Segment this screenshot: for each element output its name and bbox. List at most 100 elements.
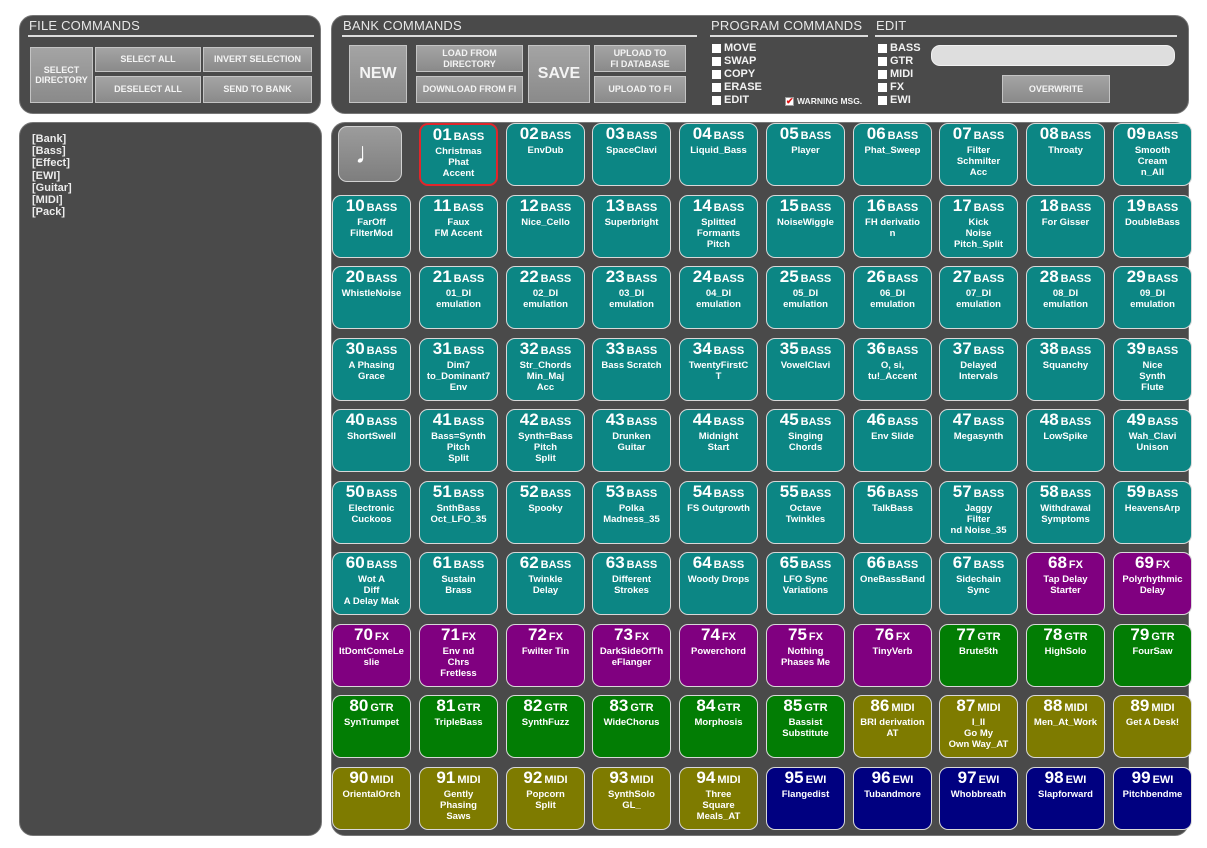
fx-checkbox[interactable] <box>878 82 887 92</box>
program-tile-83[interactable]: 83 GTR WideChorus <box>592 695 671 758</box>
program-tile-10[interactable]: 10 BASS FarOff FilterMod <box>332 195 411 258</box>
program-tile-24[interactable]: 24 BASS 04_DI emulation <box>679 266 758 329</box>
select-all-button[interactable]: SELECT ALL <box>95 47 201 72</box>
program-tile-27[interactable]: 27 BASS 07_DI emulation <box>939 266 1018 329</box>
program-tile-72[interactable]: 72 FX Fwilter Tin <box>506 624 585 687</box>
program-tile-86[interactable]: 86 MIDI BRI derivation AT <box>853 695 932 758</box>
program-tile-26[interactable]: 26 BASS 06_DI emulation <box>853 266 932 329</box>
edit-checkbox[interactable] <box>712 95 721 105</box>
program-tile-17[interactable]: 17 BASS Kick Noise Pitch_Split <box>939 195 1018 258</box>
copy-option[interactable]: COPY <box>712 68 755 80</box>
edit-option[interactable]: EDIT <box>712 94 749 106</box>
program-tile-50[interactable]: 50 BASS Electronic Cuckoos <box>332 481 411 544</box>
program-tile-73[interactable]: 73 FX DarkSideOfTh eFlanger <box>592 624 671 687</box>
program-tile-35[interactable]: 35 BASS VowelClavi <box>766 338 845 401</box>
gtr-checkbox[interactable] <box>878 56 887 66</box>
program-tile-15[interactable]: 15 BASS NoiseWiggle <box>766 195 845 258</box>
program-tile-71[interactable]: 71 FX Env nd Chrs Fretless <box>419 624 498 687</box>
program-tile-06[interactable]: 06 BASS Phat_Sweep <box>853 123 932 186</box>
program-tile-38[interactable]: 38 BASS Squanchy <box>1026 338 1105 401</box>
program-tile-53[interactable]: 53 BASS Polka Madness_35 <box>592 481 671 544</box>
program-tile-57[interactable]: 57 BASS Jaggy Filter nd Noise_35 <box>939 481 1018 544</box>
program-tile-18[interactable]: 18 BASS For Gisser <box>1026 195 1105 258</box>
program-tile-70[interactable]: 70 FX ItDontComeLe slie <box>332 624 411 687</box>
program-tile-37[interactable]: 37 BASS Delayed Intervals <box>939 338 1018 401</box>
program-tile-12[interactable]: 12 BASS Nice_Cello <box>506 195 585 258</box>
category-item[interactable]: [EWI] <box>32 170 72 182</box>
program-tile-01[interactable]: 01 BASS Christmas Phat Accent <box>419 123 498 186</box>
erase-option[interactable]: ERASE <box>712 81 762 93</box>
program-tile-94[interactable]: 94 MIDI Three Square Meals_AT <box>679 767 758 830</box>
send-to-bank-button[interactable]: SEND TO BANK <box>203 76 312 103</box>
category-item[interactable]: [Effect] <box>32 157 72 169</box>
program-tile-60[interactable]: 60 BASS Wot A Diff A Delay Mak <box>332 552 411 615</box>
music-note-icon[interactable]: ♩ <box>338 126 402 182</box>
program-tile-23[interactable]: 23 BASS 03_DI emulation <box>592 266 671 329</box>
program-tile-76[interactable]: 76 FX TinyVerb <box>853 624 932 687</box>
program-tile-41[interactable]: 41 BASS Bass=Synth Pitch Split <box>419 409 498 472</box>
program-tile-75[interactable]: 75 FX Nothing Phases Me <box>766 624 845 687</box>
program-tile-96[interactable]: 96 EWI Tubandmore <box>853 767 932 830</box>
program-tile-02[interactable]: 02 BASS EnvDub <box>506 123 585 186</box>
program-tile-89[interactable]: 89 MIDI Get A Desk! <box>1113 695 1192 758</box>
program-tile-46[interactable]: 46 BASS Env Slide <box>853 409 932 472</box>
program-tile-13[interactable]: 13 BASS Superbright <box>592 195 671 258</box>
edit-bass-option[interactable]: BASS <box>878 42 921 54</box>
program-name-input[interactable] <box>931 45 1175 66</box>
program-tile-78[interactable]: 78 GTR HighSolo <box>1026 624 1105 687</box>
program-tile-93[interactable]: 93 MIDI SynthSolo GL_ <box>592 767 671 830</box>
program-tile-49[interactable]: 49 BASS Wah_Clavi Unison <box>1113 409 1192 472</box>
program-tile-04[interactable]: 04 BASS Liquid_Bass <box>679 123 758 186</box>
swap-checkbox[interactable] <box>712 56 721 66</box>
move-option[interactable]: MOVE <box>712 42 756 54</box>
category-item[interactable]: [Bass] <box>32 145 72 157</box>
program-tile-62[interactable]: 62 BASS Twinkle Delay <box>506 552 585 615</box>
program-tile-42[interactable]: 42 BASS Synth=Bass Pitch Split <box>506 409 585 472</box>
warning-msg-checkbox[interactable] <box>785 96 794 107</box>
program-tile-95[interactable]: 95 EWI Flangedist <box>766 767 845 830</box>
program-tile-65[interactable]: 65 BASS LFO Sync Variations <box>766 552 845 615</box>
program-tile-84[interactable]: 84 GTR Morphosis <box>679 695 758 758</box>
swap-option[interactable]: SWAP <box>712 55 756 67</box>
program-tile-08[interactable]: 08 BASS Throaty <box>1026 123 1105 186</box>
edit-midi-option[interactable]: MIDI <box>878 68 913 80</box>
program-tile-68[interactable]: 68 FX Tap Delay Starter <box>1026 552 1105 615</box>
edit-fx-option[interactable]: FX <box>878 81 904 93</box>
program-tile-09[interactable]: 09 BASS Smooth Cream n_All <box>1113 123 1192 186</box>
program-tile-07[interactable]: 07 BASS Filter Schmilter Acc <box>939 123 1018 186</box>
category-item[interactable]: [Guitar] <box>32 182 72 194</box>
program-tile-33[interactable]: 33 BASS Bass Scratch <box>592 338 671 401</box>
new-bank-button[interactable]: NEW <box>349 45 407 103</box>
program-tile-16[interactable]: 16 BASS FH derivatio n <box>853 195 932 258</box>
program-tile-99[interactable]: 99 EWI Pitchbendme <box>1113 767 1192 830</box>
program-tile-90[interactable]: 90 MIDI OrientalOrch <box>332 767 411 830</box>
program-tile-31[interactable]: 31 BASS Dim7 to_Dominant7 Env <box>419 338 498 401</box>
download-from-fi-button[interactable]: DOWNLOAD FROM FI <box>416 76 523 103</box>
program-tile-69[interactable]: 69 FX Polyrhythmic Delay <box>1113 552 1192 615</box>
category-item[interactable]: [Bank] <box>32 133 72 145</box>
select-directory-button[interactable]: SELECT DIRECTORY <box>30 47 93 103</box>
warning-msg-option[interactable]: WARNING MSG. <box>785 95 862 107</box>
invert-selection-button[interactable]: INVERT SELECTION <box>203 47 312 72</box>
save-bank-button[interactable]: SAVE <box>528 45 590 103</box>
program-tile-11[interactable]: 11 BASS Faux FM Accent <box>419 195 498 258</box>
program-tile-58[interactable]: 58 BASS Withdrawal Symptoms <box>1026 481 1105 544</box>
program-tile-77[interactable]: 77 GTR Brute5th <box>939 624 1018 687</box>
program-tile-25[interactable]: 25 BASS 05_DI emulation <box>766 266 845 329</box>
program-tile-56[interactable]: 56 BASS TalkBass <box>853 481 932 544</box>
program-tile-51[interactable]: 51 BASS SnthBass Oct_LFO_35 <box>419 481 498 544</box>
program-tile-91[interactable]: 91 MIDI Gently Phasing Saws <box>419 767 498 830</box>
program-tile-47[interactable]: 47 BASS Megasynth <box>939 409 1018 472</box>
program-tile-20[interactable]: 20 BASS WhistleNoise <box>332 266 411 329</box>
program-tile-67[interactable]: 67 BASS Sidechain Sync <box>939 552 1018 615</box>
program-tile-59[interactable]: 59 BASS HeavensArp <box>1113 481 1192 544</box>
midi-checkbox[interactable] <box>878 69 887 79</box>
program-tile-64[interactable]: 64 BASS Woody Drops <box>679 552 758 615</box>
program-tile-52[interactable]: 52 BASS Spooky <box>506 481 585 544</box>
program-tile-19[interactable]: 19 BASS DoubleBass <box>1113 195 1192 258</box>
program-tile-81[interactable]: 81 GTR TripleBass <box>419 695 498 758</box>
program-tile-61[interactable]: 61 BASS Sustain Brass <box>419 552 498 615</box>
program-tile-34[interactable]: 34 BASS TwentyFirstC T <box>679 338 758 401</box>
program-tile-82[interactable]: 82 GTR SynthFuzz <box>506 695 585 758</box>
bass-checkbox[interactable] <box>878 43 887 53</box>
